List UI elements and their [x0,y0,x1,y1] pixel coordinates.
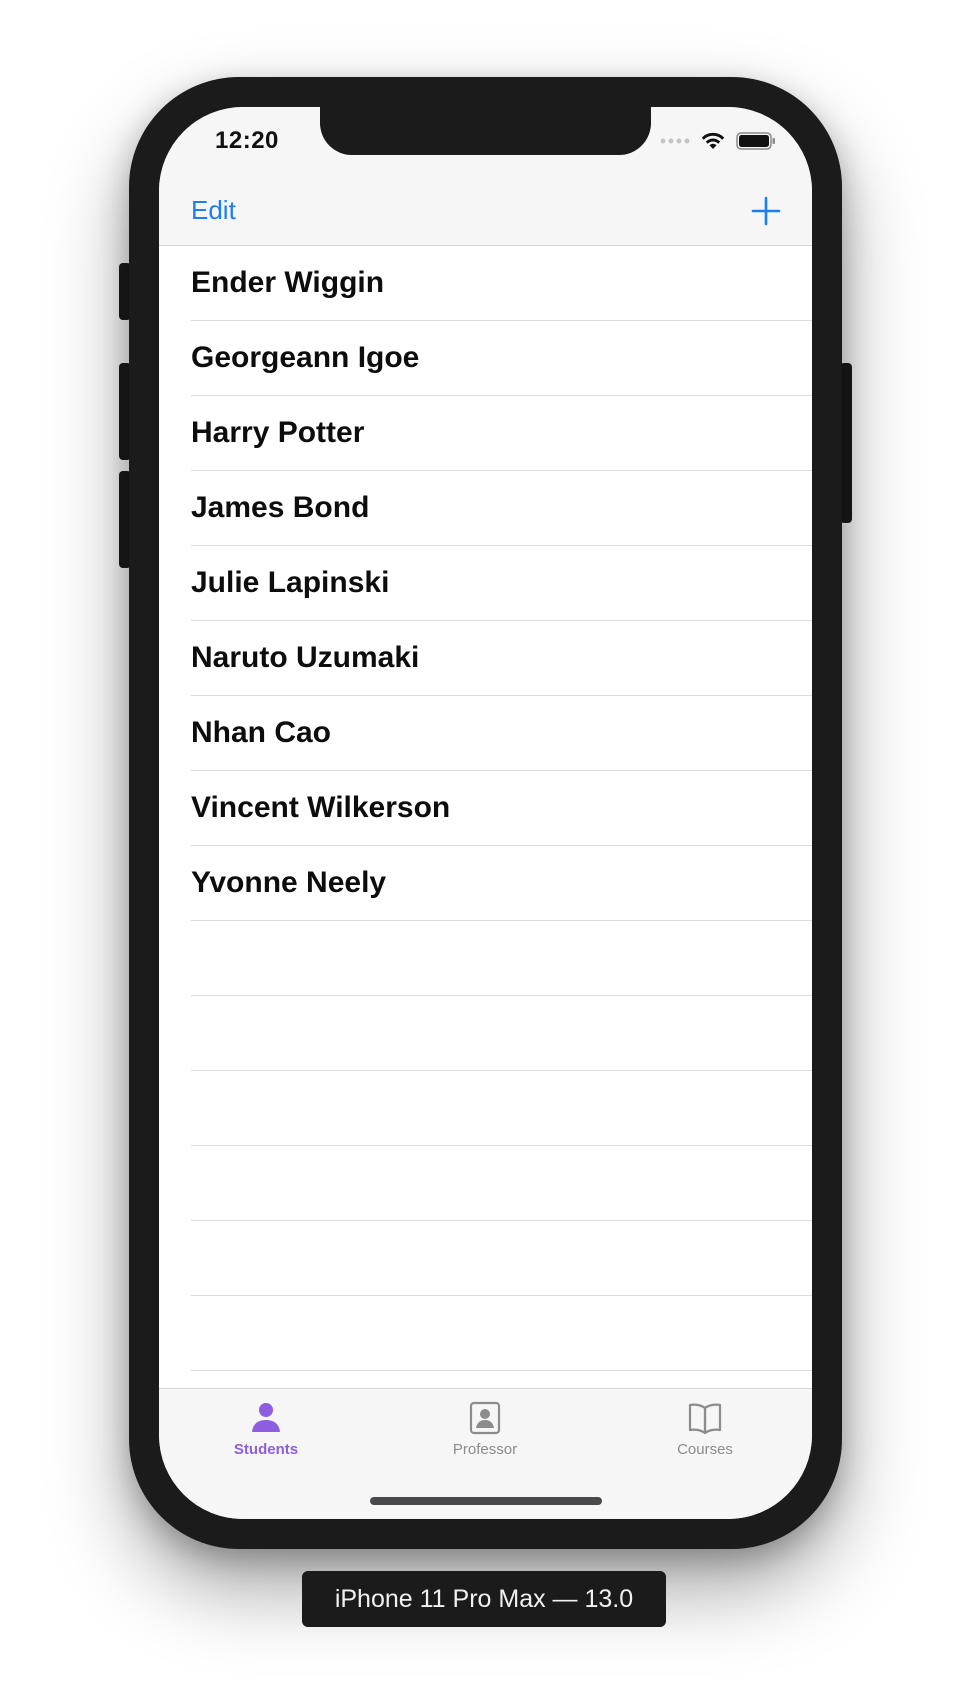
battery-icon [736,132,775,150]
person-icon [252,1403,280,1432]
home-indicator[interactable] [370,1497,602,1505]
edit-button[interactable]: Edit [191,195,236,226]
device-screen: 12:20 Edit Ender Wiggin Georgeann Igoe H… [159,107,812,1519]
list-item[interactable]: Vincent Wilkerson [191,771,812,846]
plus-icon [751,196,781,226]
signal-dots-icon [660,138,690,144]
student-name: Ender Wiggin [191,266,385,299]
status-icons [660,131,776,151]
device-label: iPhone 11 Pro Max — 13.0 [302,1571,666,1627]
simulator-stage: 12:20 Edit Ender Wiggin Georgeann Igoe H… [0,0,970,1700]
status-time: 12:20 [215,127,279,154]
students-list: Ender Wiggin Georgeann Igoe Harry Potter… [159,246,812,1371]
student-name: Vincent Wilkerson [191,791,451,824]
student-name: Nhan Cao [191,716,332,749]
list-item[interactable]: Ender Wiggin [191,246,812,321]
tab-students[interactable]: Students [186,1399,346,1458]
empty-row [191,1071,812,1146]
student-name: Harry Potter [191,416,365,449]
notch [320,107,651,155]
student-name: James Bond [191,491,370,524]
book-icon [688,1403,722,1435]
empty-row [191,1296,812,1371]
list-item[interactable]: Yvonne Neely [191,846,812,921]
navigation-bar: Edit [159,179,812,246]
list-item[interactable]: Harry Potter [191,396,812,471]
add-student-button[interactable] [750,195,782,227]
student-name: Georgeann Igoe [191,341,420,374]
contact-card-icon [469,1401,501,1435]
student-name: Yvonne Neely [191,866,387,899]
empty-row [191,1221,812,1296]
student-name: Naruto Uzumaki [191,641,420,674]
list-item[interactable]: Georgeann Igoe [191,321,812,396]
empty-row [191,921,812,996]
tab-courses[interactable]: Courses [625,1399,785,1458]
wifi-icon [701,132,725,149]
tab-label: Professor [452,1441,518,1458]
empty-row [191,996,812,1071]
empty-row [191,1146,812,1221]
list-item[interactable]: James Bond [191,471,812,546]
list-item[interactable]: Nhan Cao [191,696,812,771]
list-item[interactable]: Naruto Uzumaki [191,621,812,696]
list-item[interactable]: Julie Lapinski [191,546,812,621]
tab-label: Courses [677,1441,733,1458]
tab-label: Students [233,1441,299,1458]
tab-professor[interactable]: Professor [405,1399,565,1458]
student-name: Julie Lapinski [191,566,390,599]
